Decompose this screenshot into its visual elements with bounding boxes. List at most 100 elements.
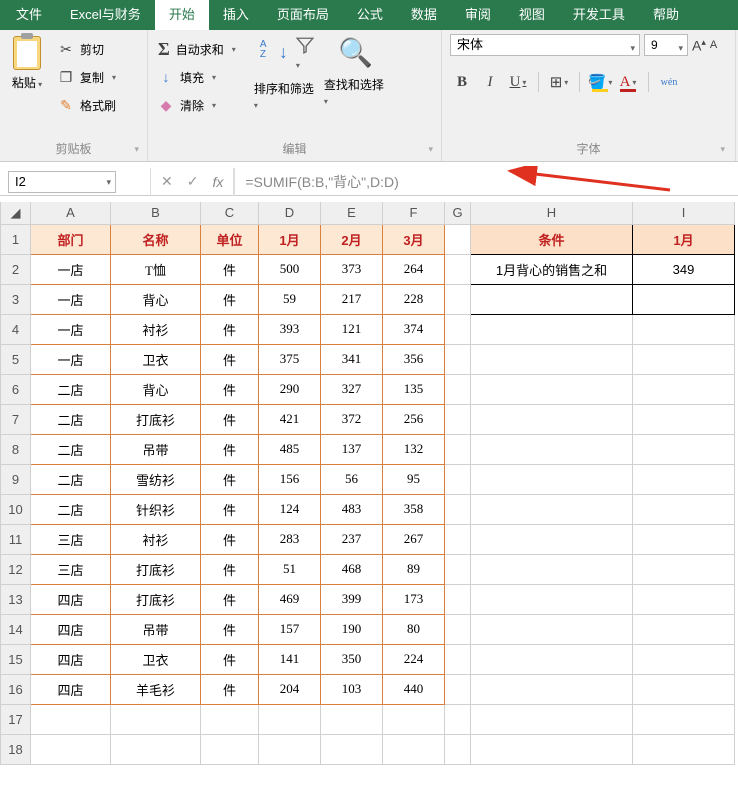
cell-D10[interactable]: 124 — [259, 494, 321, 524]
format-painter-button[interactable]: ✎ 格式刷 — [54, 94, 120, 116]
cell-E15[interactable]: 350 — [321, 644, 383, 674]
row-header-12[interactable]: 12 — [1, 554, 31, 584]
cell-A5[interactable]: 一店 — [31, 344, 111, 374]
row-header-15[interactable]: 15 — [1, 644, 31, 674]
row-header-4[interactable]: 4 — [1, 314, 31, 344]
row-header-17[interactable]: 17 — [1, 704, 31, 734]
row-header-2[interactable]: 2 — [1, 254, 31, 284]
cell-F8[interactable]: 132 — [383, 434, 445, 464]
cell-B5[interactable]: 卫衣 — [111, 344, 201, 374]
cell-C12[interactable]: 件 — [201, 554, 259, 584]
row-header-9[interactable]: 9 — [1, 464, 31, 494]
bold-button[interactable]: B — [450, 70, 474, 94]
cell-A14[interactable]: 四店 — [31, 614, 111, 644]
row-header-6[interactable]: 6 — [1, 374, 31, 404]
tab-review[interactable]: 审阅 — [451, 0, 505, 30]
cell-F15[interactable]: 224 — [383, 644, 445, 674]
side-header-cond[interactable]: 条件 — [471, 224, 633, 254]
cell-C9[interactable]: 件 — [201, 464, 259, 494]
cell-B3[interactable]: 背心 — [111, 284, 201, 314]
tab-help[interactable]: 帮助 — [639, 0, 693, 30]
increase-font-button[interactable]: A▴ — [692, 37, 706, 54]
cell-A11[interactable]: 三店 — [31, 524, 111, 554]
col-header-B[interactable]: B — [111, 202, 201, 224]
cell-D13[interactable]: 469 — [259, 584, 321, 614]
row-header-18[interactable]: 18 — [1, 734, 31, 764]
cell-E9[interactable]: 56 — [321, 464, 383, 494]
side-cond[interactable]: 1月背心的销售之和 — [471, 254, 633, 284]
cell-F14[interactable]: 80 — [383, 614, 445, 644]
cell-D7[interactable]: 421 — [259, 404, 321, 434]
cell-F9[interactable]: 95 — [383, 464, 445, 494]
cell-F4[interactable]: 374 — [383, 314, 445, 344]
cell-D12[interactable]: 51 — [259, 554, 321, 584]
cell-A4[interactable]: 一店 — [31, 314, 111, 344]
cell-E16[interactable]: 103 — [321, 674, 383, 704]
cell-B7[interactable]: 打底衫 — [111, 404, 201, 434]
underline-button[interactable]: U▾ — [506, 70, 530, 94]
col-header-D[interactable]: D — [259, 202, 321, 224]
cell-D5[interactable]: 375 — [259, 344, 321, 374]
cell-A8[interactable]: 二店 — [31, 434, 111, 464]
cell-E13[interactable]: 399 — [321, 584, 383, 614]
border-button[interactable]: ⊞▾ — [547, 70, 571, 94]
cell-B9[interactable]: 雪纺衫 — [111, 464, 201, 494]
cell-F12[interactable]: 89 — [383, 554, 445, 584]
cell-B15[interactable]: 卫衣 — [111, 644, 201, 674]
cell-C10[interactable]: 件 — [201, 494, 259, 524]
cell-C13[interactable]: 件 — [201, 584, 259, 614]
tab-excel-finance[interactable]: Excel与财务 — [56, 0, 155, 30]
formula-input[interactable]: =SUMIF(B:B,"背心",D:D) — [234, 168, 738, 196]
cell-A7[interactable]: 二店 — [31, 404, 111, 434]
data-header[interactable]: 名称 — [111, 224, 201, 254]
cell-D16[interactable]: 204 — [259, 674, 321, 704]
cell-D3[interactable]: 59 — [259, 284, 321, 314]
cell-F7[interactable]: 256 — [383, 404, 445, 434]
cell-A2[interactable]: 一店 — [31, 254, 111, 284]
tab-formula[interactable]: 公式 — [343, 0, 397, 30]
decrease-font-button[interactable]: A — [710, 39, 717, 51]
data-header[interactable]: 1月 — [259, 224, 321, 254]
cell-D11[interactable]: 283 — [259, 524, 321, 554]
cell-E5[interactable]: 341 — [321, 344, 383, 374]
row-header-7[interactable]: 7 — [1, 404, 31, 434]
row-header-16[interactable]: 16 — [1, 674, 31, 704]
cell-E7[interactable]: 372 — [321, 404, 383, 434]
cell-B6[interactable]: 背心 — [111, 374, 201, 404]
cell-F3[interactable]: 228 — [383, 284, 445, 314]
cell-B11[interactable]: 衬衫 — [111, 524, 201, 554]
cell-C16[interactable]: 件 — [201, 674, 259, 704]
cell-E12[interactable]: 468 — [321, 554, 383, 584]
side-header-m1[interactable]: 1月 — [633, 224, 735, 254]
name-box[interactable]: I2 — [8, 171, 116, 193]
cell-D14[interactable]: 157 — [259, 614, 321, 644]
col-header-G[interactable]: G — [445, 202, 471, 224]
font-size-select[interactable]: 9 — [644, 34, 688, 56]
cell-C4[interactable]: 件 — [201, 314, 259, 344]
tab-insert[interactable]: 插入 — [209, 0, 263, 30]
col-header-C[interactable]: C — [201, 202, 259, 224]
cell-E6[interactable]: 327 — [321, 374, 383, 404]
data-header[interactable]: 部门 — [31, 224, 111, 254]
cell-E8[interactable]: 137 — [321, 434, 383, 464]
cell-E14[interactable]: 190 — [321, 614, 383, 644]
cell-F2[interactable]: 264 — [383, 254, 445, 284]
copy-button[interactable]: ❐ 复制▾ — [54, 66, 120, 88]
data-header[interactable]: 3月 — [383, 224, 445, 254]
tab-layout[interactable]: 页面布局 — [263, 0, 343, 30]
row-header-10[interactable]: 10 — [1, 494, 31, 524]
cell-B10[interactable]: 针织衫 — [111, 494, 201, 524]
cut-button[interactable]: ✂ 剪切 — [54, 38, 120, 60]
cell-C14[interactable]: 件 — [201, 614, 259, 644]
cell-C11[interactable]: 件 — [201, 524, 259, 554]
cell-F10[interactable]: 358 — [383, 494, 445, 524]
cell-E10[interactable]: 483 — [321, 494, 383, 524]
data-header[interactable]: 单位 — [201, 224, 259, 254]
cell-C8[interactable]: 件 — [201, 434, 259, 464]
cell-A10[interactable]: 二店 — [31, 494, 111, 524]
cell-D6[interactable]: 290 — [259, 374, 321, 404]
tab-home[interactable]: 开始 — [155, 0, 209, 30]
side-val[interactable]: 349 — [633, 254, 735, 284]
data-header[interactable]: 2月 — [321, 224, 383, 254]
cell-D4[interactable]: 393 — [259, 314, 321, 344]
